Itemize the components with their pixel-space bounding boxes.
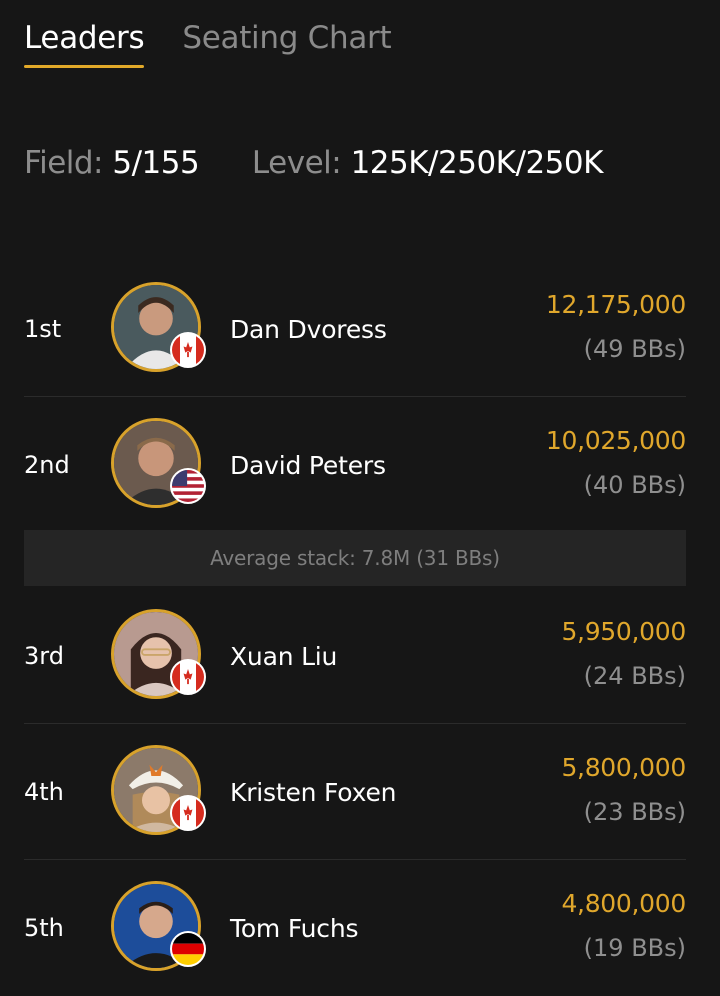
leader-row-2[interactable]: 2nd David Peters 10,025,000 (40 BBs) — [24, 397, 686, 533]
player-name: Kristen Foxen — [230, 777, 397, 807]
tab-bar: Leaders Seating Chart — [24, 0, 429, 72]
chip-amount: 12,175,000 — [545, 290, 686, 319]
rank: 5th — [24, 914, 64, 942]
canada-flag-icon — [170, 659, 206, 695]
player-name: Tom Fuchs — [230, 913, 359, 943]
rank: 2nd — [24, 451, 70, 479]
leader-row-1[interactable]: 1st Dan Dvoress 12,175,000 (49 BBs) — [24, 261, 686, 397]
chip-amount: 5,800,000 — [561, 753, 686, 782]
canada-flag-icon — [170, 795, 206, 831]
leader-row-4[interactable]: 4th Kristen Foxen 5,800,000 (23 BBs) — [24, 724, 686, 860]
chip-count: 12,175,000 (49 BBs) — [546, 288, 686, 366]
big-blinds: (49 BBs) — [583, 335, 686, 363]
canada-flag-icon — [170, 332, 206, 368]
level-label: Level: — [251, 145, 342, 181]
big-blinds: (23 BBs) — [583, 798, 686, 826]
field-label: Field: — [24, 145, 104, 181]
player-name: Xuan Liu — [230, 641, 338, 671]
chip-amount: 4,800,000 — [561, 889, 686, 918]
usa-flag-icon — [170, 468, 206, 504]
chip-count: 5,800,000 (23 BBs) — [561, 751, 686, 829]
tab-leaders[interactable]: Leaders — [24, 0, 145, 72]
rank: 1st — [24, 315, 62, 343]
big-blinds: (40 BBs) — [583, 471, 686, 499]
rank: 3rd — [24, 642, 64, 670]
chip-count: 4,800,000 (19 BBs) — [561, 887, 686, 965]
big-blinds: (24 BBs) — [583, 662, 686, 690]
big-blinds: (19 BBs) — [583, 934, 686, 962]
chip-count: 10,025,000 (40 BBs) — [546, 424, 686, 502]
leader-row-5[interactable]: 5th Tom Fuchs 4,800,000 (19 BBs) — [24, 860, 686, 996]
chip-count: 5,950,000 (24 BBs) — [561, 615, 686, 693]
tab-seating-chart[interactable]: Seating Chart — [182, 0, 391, 72]
leader-row-3[interactable]: 3rd Xuan Liu 5,950,000 (24 BBs) — [24, 588, 686, 724]
chip-amount: 10,025,000 — [545, 426, 686, 455]
germany-flag-icon — [170, 931, 206, 967]
player-name: Dan Dvoress — [230, 314, 387, 344]
rank: 4th — [24, 778, 64, 806]
chip-amount: 5,950,000 — [561, 617, 686, 646]
player-name: David Peters — [230, 450, 386, 480]
tournament-stats: Field: 5/155 Level: 125K/250K/250K — [24, 143, 603, 183]
level-value: 125K/250K/250K — [350, 145, 604, 181]
field-value: 5/155 — [112, 145, 200, 181]
average-stack-banner: Average stack: 7.8M (31 BBs) — [24, 530, 686, 586]
